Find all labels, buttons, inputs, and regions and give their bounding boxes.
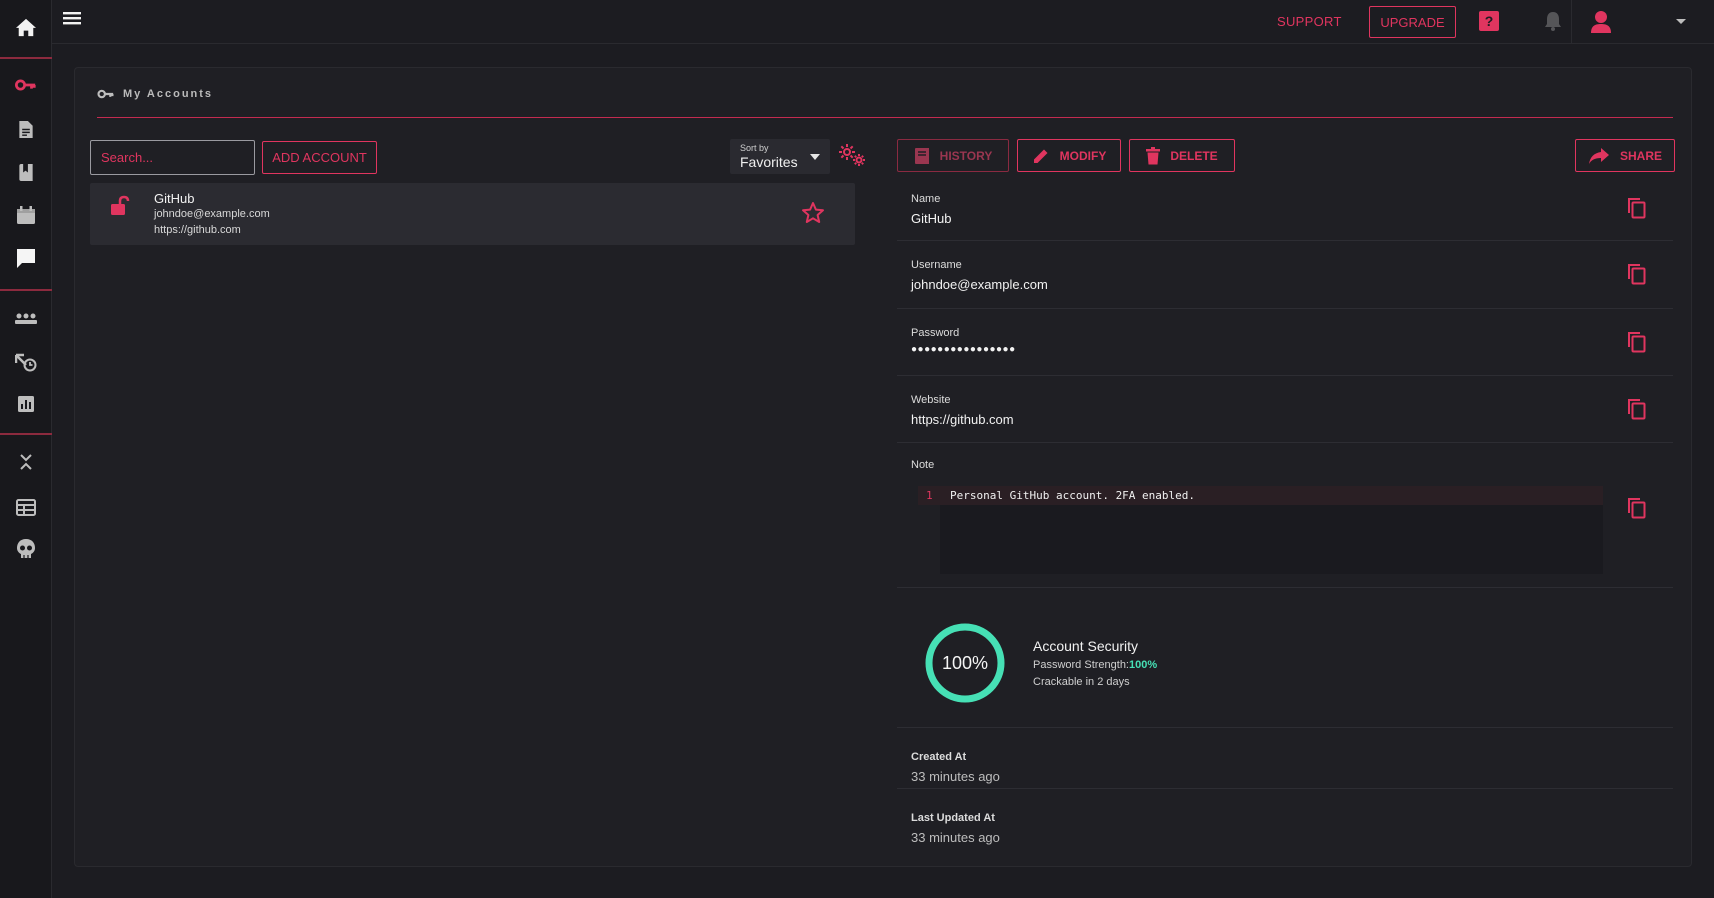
page-title: My Accounts	[97, 88, 213, 100]
pencil-icon	[1033, 149, 1048, 163]
security-title: Account Security	[1033, 638, 1139, 654]
sort-value: Favorites	[740, 154, 798, 170]
updated-value: 33 minutes ago	[911, 830, 1000, 845]
chat-icon[interactable]	[0, 240, 52, 276]
history-button[interactable]: HISTORY	[897, 139, 1009, 172]
document-icon[interactable]	[0, 111, 52, 147]
account-username: johndoe@example.com	[154, 208, 270, 220]
account-website: https://github.com	[154, 224, 241, 236]
copy-icon[interactable]	[1627, 263, 1647, 285]
chart-icon[interactable]	[0, 386, 52, 422]
created-at-field: Created At 33 minutes ago	[897, 728, 1673, 789]
delete-button[interactable]: DELETE	[1129, 139, 1235, 172]
share-icon	[1588, 147, 1609, 164]
modify-button-label: MODIFY	[1059, 148, 1107, 163]
copy-icon[interactable]	[1627, 331, 1647, 353]
website-value: https://github.com	[911, 412, 1014, 427]
skull-icon[interactable]	[0, 531, 52, 567]
username-value: johndoe@example.com	[911, 277, 1048, 292]
strength-label: Password Strength:	[1033, 659, 1129, 671]
account-name: GitHub	[154, 191, 195, 206]
name-value: GitHub	[911, 211, 952, 226]
key-icon[interactable]	[0, 67, 52, 103]
history-icon[interactable]	[0, 344, 52, 380]
username-label: Username	[911, 259, 962, 271]
favorite-star-icon[interactable]	[801, 201, 825, 225]
help-icon[interactable]: ?	[1478, 10, 1502, 34]
copy-icon[interactable]	[1627, 497, 1647, 519]
collapse-icon[interactable]	[0, 444, 52, 480]
sidebar-divider	[0, 289, 52, 291]
share-button-label: SHARE	[1619, 148, 1662, 163]
website-label: Website	[911, 394, 951, 406]
topbar-divider	[1571, 0, 1572, 44]
page-title-text: My Accounts	[123, 88, 214, 100]
copy-icon[interactable]	[1627, 398, 1647, 420]
name-label: Name	[911, 193, 941, 205]
security-score-ring: 100%	[925, 623, 1005, 703]
topbar: SUPPORT UPGRADE ?	[52, 0, 1714, 44]
note-label: Note	[911, 459, 935, 471]
sort-select[interactable]: Sort by Favorites	[730, 139, 830, 174]
book-icon[interactable]	[0, 154, 52, 190]
website-field: Website https://github.com	[897, 376, 1673, 443]
user-avatar-icon[interactable]	[1590, 10, 1614, 34]
upgrade-button[interactable]: UPGRADE	[1369, 6, 1456, 38]
username-field: Username johndoe@example.com	[897, 241, 1673, 309]
group-icon[interactable]	[0, 301, 52, 337]
password-strength: Password Strength:100%	[1033, 659, 1157, 671]
support-link[interactable]: SUPPORT	[1277, 14, 1342, 29]
sidebar	[0, 0, 52, 898]
key-icon	[97, 89, 114, 99]
note-line-number: 1	[926, 489, 933, 502]
unlock-icon	[110, 195, 132, 217]
created-label: Created At	[911, 751, 967, 763]
security-section: 100% Account Security Password Strength:…	[897, 588, 1673, 728]
created-value: 33 minutes ago	[911, 769, 1000, 784]
note-code-area[interactable]: 1 Personal GitHub account. 2FA enabled.	[918, 486, 1603, 574]
accounts-card: My Accounts ADD ACCOUNT Sort by Favorite…	[74, 67, 1692, 867]
title-divider	[97, 117, 1673, 118]
sidebar-divider	[0, 57, 52, 59]
svg-text:?: ?	[1485, 13, 1494, 29]
sort-label: Sort by	[740, 143, 769, 153]
menu-icon[interactable]	[62, 10, 88, 32]
security-score-text: 100%	[942, 653, 988, 673]
history-button-label: HISTORY	[939, 148, 993, 163]
share-button[interactable]: SHARE	[1575, 139, 1675, 172]
copy-icon[interactable]	[1627, 197, 1647, 219]
updated-label: Last Updated At	[911, 812, 995, 824]
password-field: Password ●●●●●●●●●●●●●●●●	[897, 309, 1673, 376]
settings-gears-icon[interactable]	[837, 142, 869, 172]
modify-button[interactable]: MODIFY	[1017, 139, 1121, 172]
strength-value: 100%	[1129, 659, 1158, 671]
password-label: Password	[911, 327, 960, 339]
name-field: Name GitHub	[897, 179, 1673, 241]
crackable-text: Crackable in 2 days	[1033, 676, 1130, 688]
home-icon[interactable]	[0, 9, 52, 45]
add-account-button[interactable]: ADD ACCOUNT	[262, 141, 377, 174]
password-value: ●●●●●●●●●●●●●●●●	[911, 344, 1016, 355]
calendar-icon[interactable]	[0, 197, 52, 233]
account-list-item[interactable]: GitHub johndoe@example.com https://githu…	[90, 183, 855, 245]
updated-at-field: Last Updated At 33 minutes ago	[897, 789, 1673, 851]
book-icon	[914, 147, 929, 164]
table-icon[interactable]	[0, 489, 52, 525]
trash-icon	[1146, 146, 1161, 164]
chevron-down-icon[interactable]	[1670, 10, 1694, 34]
delete-button-label: DELETE	[1170, 148, 1218, 163]
note-text: Personal GitHub account. 2FA enabled.	[950, 489, 1196, 502]
caret-down-icon	[810, 154, 820, 160]
notification-bell-icon[interactable]	[1542, 10, 1566, 34]
search-input[interactable]	[90, 140, 255, 175]
sidebar-divider	[0, 433, 52, 435]
